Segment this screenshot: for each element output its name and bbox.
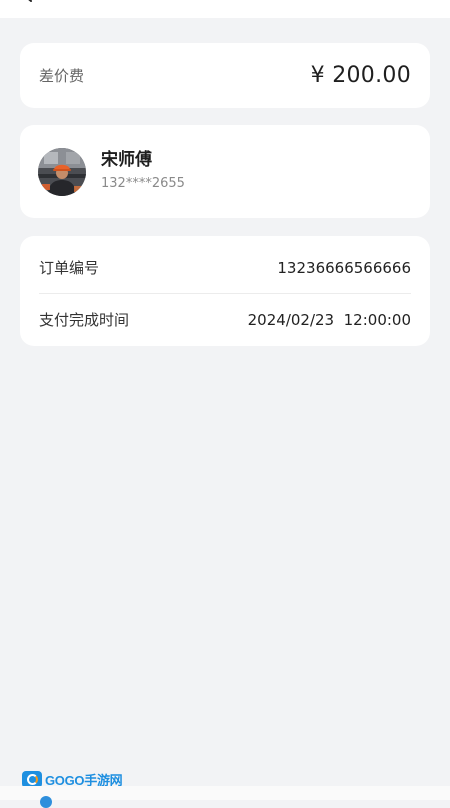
price-difference-amount: ¥ 200.00: [310, 63, 411, 88]
order-info-card: 订单编号 13236666566666 支付完成时间 2024/02/23 12…: [20, 236, 430, 346]
worker-avatar-image: [38, 148, 86, 196]
price-difference-card: 差价费 ¥ 200.00: [20, 43, 430, 108]
price-difference-label: 差价费: [39, 67, 85, 85]
worker-card[interactable]: 宋师傅 132****2655: [20, 125, 430, 218]
gogo-logo-icon: [22, 770, 42, 788]
order-number-row: 订单编号 13236666566666: [39, 236, 411, 294]
worker-name: 宋师傅: [101, 150, 152, 170]
payment-time-label: 支付完成时间: [39, 311, 130, 329]
payment-time-row: 支付完成时间 2024/02/23 12:00:00: [39, 294, 411, 345]
order-number-value: 13236666566666: [277, 258, 411, 277]
payment-time-value: 2024/02/23 12:00:00: [247, 310, 411, 329]
bottom-bar: [0, 786, 450, 808]
order-number-label: 订单编号: [39, 259, 100, 277]
avatar: [38, 148, 86, 196]
chevron-left-icon[interactable]: [22, 0, 34, 2]
top-nav-bar: [0, 0, 450, 18]
bottom-dot-icon: [40, 796, 52, 808]
worker-phone: 132****2655: [101, 176, 185, 191]
